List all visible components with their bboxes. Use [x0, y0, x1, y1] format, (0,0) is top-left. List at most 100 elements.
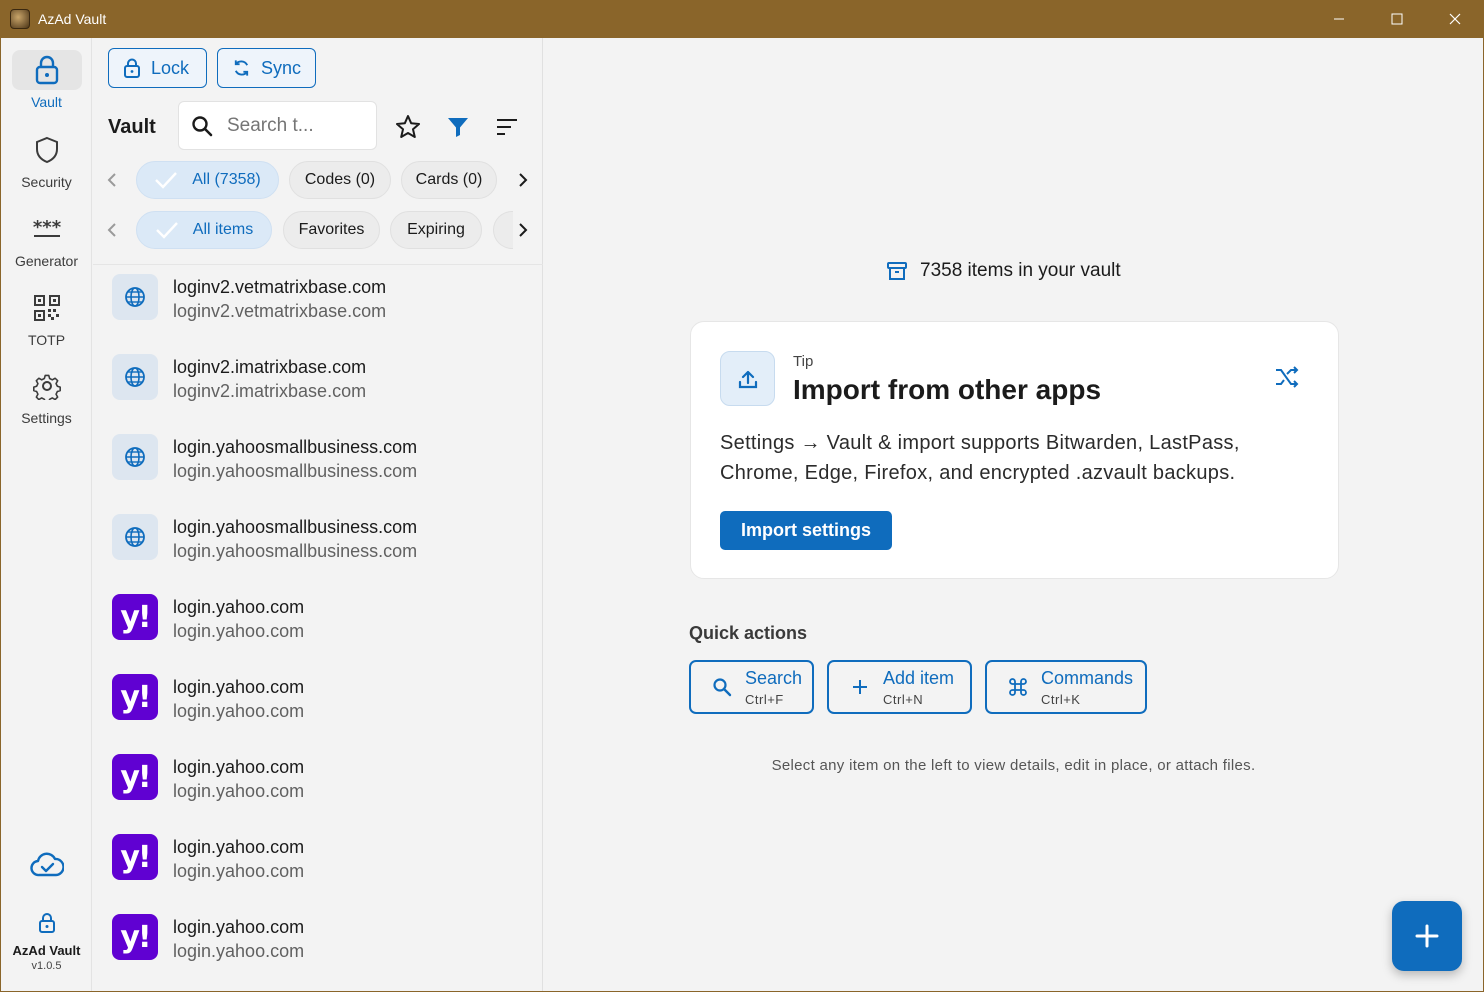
minimize-button[interactable] [1310, 0, 1368, 38]
quick-action-shortcut: Ctrl+K [1041, 691, 1081, 707]
plus-icon [1415, 924, 1439, 948]
sort-icon[interactable] [493, 113, 521, 141]
item-title: login.yahoo.com [173, 837, 305, 857]
rail-label: Vault [31, 94, 62, 110]
yahoo-logo: y! [112, 914, 158, 960]
item-subtitle: login.yahoosmallbusiness.com [173, 541, 418, 561]
brand-block: AzAd Vault v1.0.5 [1, 912, 92, 972]
command-icon [1007, 676, 1029, 698]
chevron-right-icon[interactable] [511, 212, 535, 248]
tip-body: Settings → Vault & import supports Bitwa… [720, 432, 1240, 484]
lock-icon [124, 58, 140, 78]
import-settings-button[interactable]: Import settings [720, 511, 892, 550]
chevron-right-icon[interactable] [511, 162, 535, 198]
vault-count-text: 7358 items in your vault [920, 260, 1121, 281]
item-title: login.yahoo.com [173, 917, 305, 937]
cloud-check-icon[interactable] [30, 852, 65, 883]
item-subtitle: loginv2.imatrixbase.com [173, 381, 367, 401]
list-item[interactable]: y! login.yahoo.com login.yahoo.com [93, 825, 543, 905]
yahoo-logo: y! [112, 594, 158, 640]
quick-add-item-button[interactable]: Add item Ctrl+N [827, 660, 972, 714]
chip-label: Cards (0) [415, 171, 483, 188]
sync-label: Sync [260, 57, 301, 78]
list-item[interactable]: loginv2.vetmatrixbase.com loginv2.vetmat… [93, 265, 543, 345]
yahoo-logo: y! [112, 674, 158, 720]
maximize-icon [1391, 13, 1403, 25]
quick-commands-button[interactable]: Commands Ctrl+K [985, 660, 1147, 714]
quick-actions-label: Quick actions [689, 623, 808, 643]
brand-version: v1.0.5 [31, 960, 62, 972]
chip-expiring[interactable]: Expiring [390, 211, 482, 249]
item-title: login.yahoo.com [173, 757, 305, 777]
item-subtitle: login.yahoo.com [173, 701, 305, 721]
lock-label: Lock [151, 57, 190, 78]
chip-label: Favorites [298, 221, 365, 238]
chevron-left-icon[interactable] [100, 212, 124, 248]
globe-icon [112, 274, 158, 320]
sync-button[interactable]: Sync [217, 48, 316, 88]
detail-pane: 7358 items in your vault Tip Import from… [544, 38, 1483, 991]
rail-item-security[interactable]: Security [1, 130, 92, 190]
tip-label: Tip [793, 353, 814, 370]
globe-icon [112, 434, 158, 480]
yahoo-logo: y! [112, 754, 158, 800]
maximize-button[interactable] [1368, 0, 1426, 38]
vault-item-list: loginv2.vetmatrixbase.com loginv2.vetmat… [93, 264, 543, 991]
selection-hint: Select any item on the left to view deta… [771, 757, 1256, 774]
list-item[interactable]: y! login.yahoo.com login.yahoo.com [93, 745, 543, 825]
plus-icon [849, 676, 871, 698]
qr-code-icon [12, 288, 82, 328]
chip-overflow[interactable] [493, 211, 513, 249]
item-title: login.yahoosmallbusiness.com [173, 437, 418, 457]
shuffle-icon[interactable] [1274, 365, 1300, 394]
quick-action-label: Commands [1041, 667, 1134, 688]
quick-search-button[interactable]: Search Ctrl+F [689, 660, 814, 714]
add-item-fab[interactable] [1392, 901, 1462, 971]
chip-all-items[interactable]: All items [136, 211, 272, 249]
upload-icon [720, 351, 775, 406]
chip-all-types[interactable]: All (7358) [136, 161, 279, 199]
checkmark-icon [155, 172, 178, 189]
title-bar: AzAd Vault [0, 0, 1484, 38]
item-title: login.yahoo.com [173, 597, 305, 617]
archive-icon [887, 262, 907, 280]
chip-cards[interactable]: Cards (0) [401, 161, 497, 199]
brand-lock-icon [38, 913, 55, 933]
tip-title: Import from other apps [793, 374, 1102, 405]
search-field[interactable] [178, 101, 377, 150]
tip-card: Tip Import from other apps Settings → Va… [690, 321, 1339, 579]
rail-item-settings[interactable]: Settings [1, 366, 92, 426]
list-item[interactable]: login.yahoosmallbusiness.com login.yahoo… [93, 505, 543, 585]
window-title: AzAd Vault [38, 11, 107, 27]
search-icon [192, 115, 213, 136]
chip-label: Codes (0) [304, 171, 376, 188]
list-item[interactable]: y! login.yahoo.com login.yahoo.com [93, 665, 543, 745]
rail-item-vault[interactable]: Vault [1, 50, 92, 110]
item-subtitle: login.yahoo.com [173, 861, 305, 881]
quick-action-label: Search [745, 667, 803, 688]
rail-item-totp[interactable]: TOTP [1, 288, 92, 348]
list-item[interactable]: login.yahoosmallbusiness.com login.yahoo… [93, 425, 543, 505]
close-button[interactable] [1426, 0, 1484, 38]
chip-label: Expiring [407, 221, 465, 238]
checkmark-icon [155, 222, 178, 239]
gear-icon [12, 366, 82, 406]
quick-action-shortcut: Ctrl+N [883, 691, 924, 707]
favorites-star-icon[interactable] [394, 113, 422, 141]
list-item[interactable]: y! login.yahoo.com login.yahoo.com [93, 905, 543, 985]
rail-item-generator[interactable]: *** Generator [1, 209, 92, 269]
rail-label: Generator [14, 253, 79, 269]
rail-label: TOTP [27, 332, 66, 348]
search-input[interactable] [227, 114, 357, 137]
vault-heading: Vault [108, 116, 156, 138]
chevron-left-icon[interactable] [100, 162, 124, 198]
brand-name: AzAd Vault [12, 943, 81, 958]
lock-button[interactable]: Lock [108, 48, 207, 88]
list-item[interactable]: y! login.yahoo.com login.yahoo.com [93, 585, 543, 665]
quick-action-label: Add item [883, 667, 955, 688]
list-item[interactable]: loginv2.imatrixbase.com loginv2.imatrixb… [93, 345, 543, 425]
chip-codes[interactable]: Codes (0) [289, 161, 391, 199]
item-title: login.yahoosmallbusiness.com [173, 517, 418, 537]
filter-icon[interactable] [444, 113, 472, 141]
chip-favorites[interactable]: Favorites [283, 211, 380, 249]
